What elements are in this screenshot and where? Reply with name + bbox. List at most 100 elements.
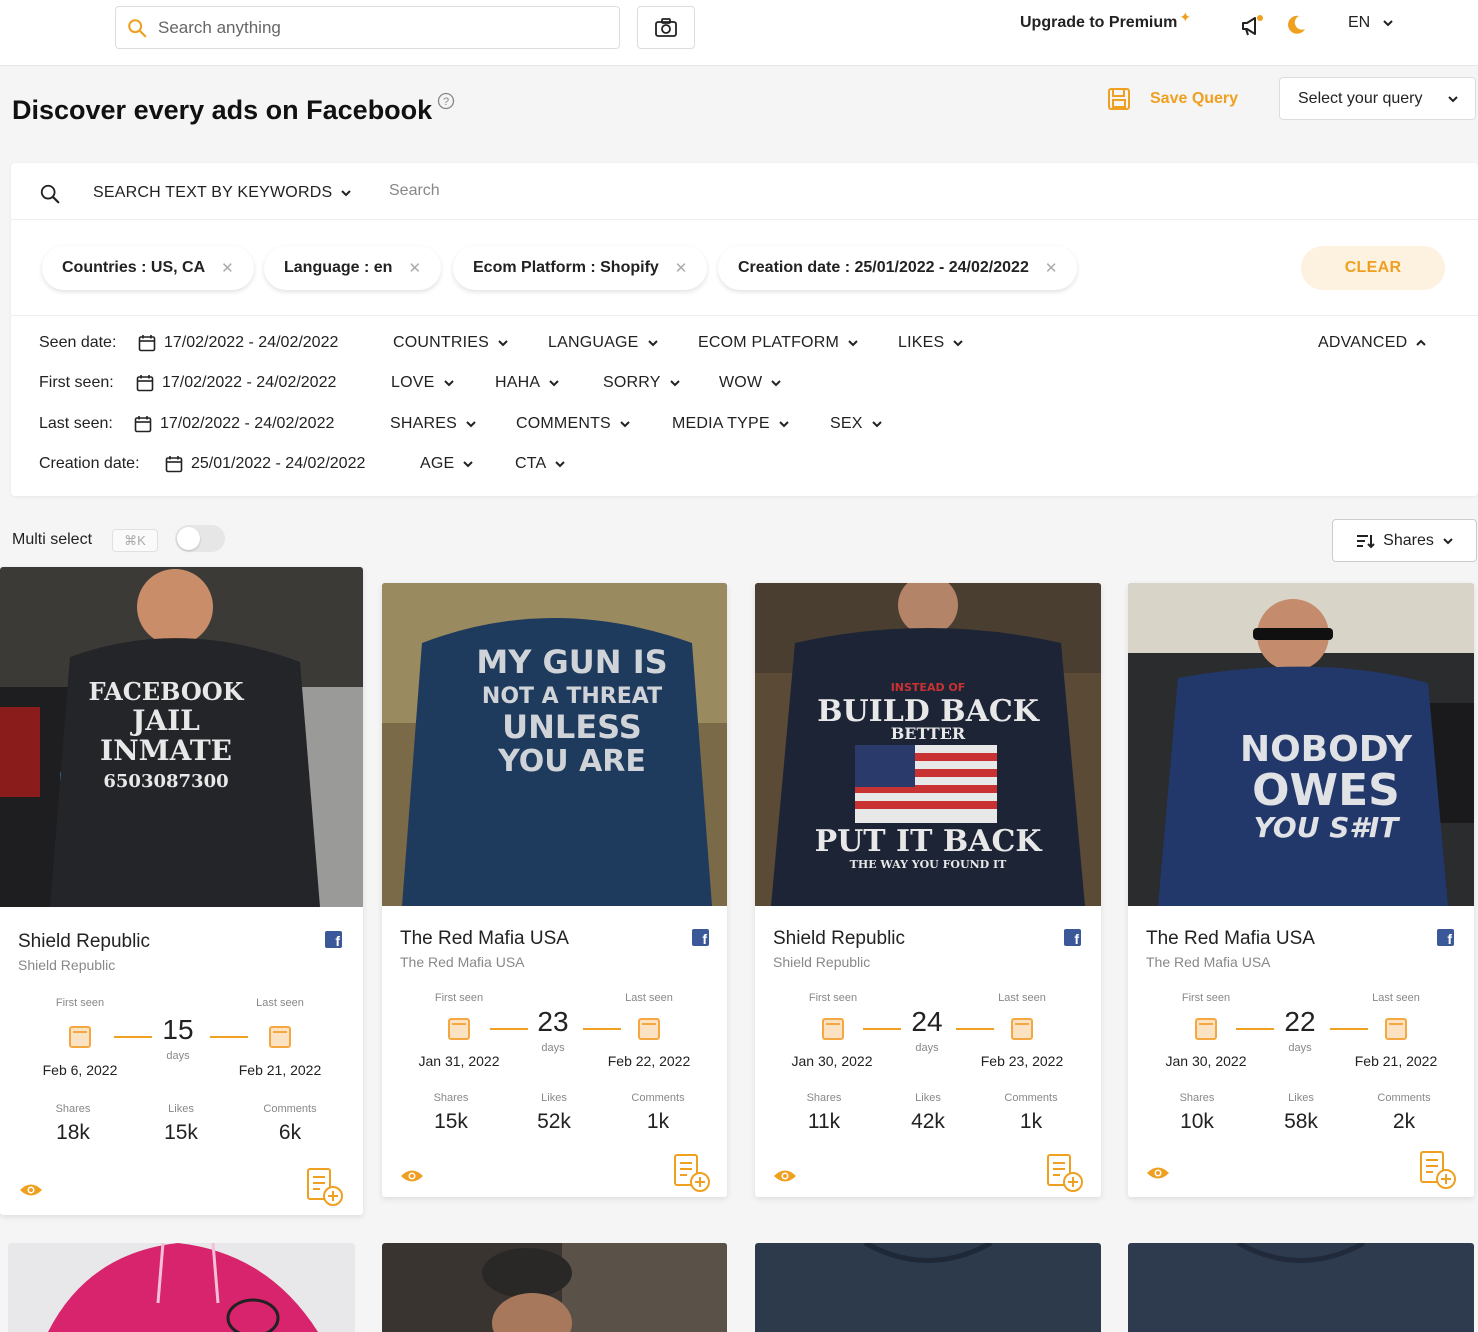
global-search[interactable] xyxy=(115,6,620,49)
chip-creation-date[interactable]: Creation date : 25/01/2022 - 24/02/2022 ✕ xyxy=(718,246,1078,290)
keyword-type-dropdown[interactable]: SEARCH TEXT BY KEYWORDS xyxy=(93,184,352,202)
keyword-search-row: SEARCH TEXT BY KEYWORDS xyxy=(11,163,1478,220)
countries-dropdown[interactable]: COUNTRIES xyxy=(393,334,509,352)
likes-dropdown[interactable]: LIKES xyxy=(898,334,964,352)
shares-value: 11k xyxy=(807,1110,841,1133)
brand-name[interactable]: Shield Republic xyxy=(18,931,150,953)
close-icon[interactable]: ✕ xyxy=(675,259,688,277)
ecom-platform-dropdown[interactable]: ECOM PLATFORM xyxy=(698,334,859,352)
clear-filters-button[interactable]: CLEAR xyxy=(1301,246,1445,290)
last-seen-label: Last seen xyxy=(256,997,304,1009)
ad-card[interactable]: INSTEAD OF BUILD BACK BETTER PUT IT BACK… xyxy=(755,583,1101,1197)
add-to-collection-icon[interactable] xyxy=(1045,1153,1085,1193)
creation-date-picker[interactable]: 25/01/2022 - 24/02/2022 xyxy=(165,455,365,473)
language-selector[interactable]: EN xyxy=(1348,14,1394,32)
cta-dropdown[interactable]: CTA xyxy=(515,455,566,473)
dropdown-label: MEDIA TYPE xyxy=(672,415,770,432)
dark-mode-icon[interactable] xyxy=(1284,13,1308,37)
chevron-down-icon xyxy=(1443,537,1453,544)
facebook-icon: f xyxy=(692,929,709,946)
shares-dropdown[interactable]: SHARES xyxy=(390,415,477,433)
close-icon[interactable]: ✕ xyxy=(1045,259,1058,277)
days-count: 23 xyxy=(537,1006,569,1037)
ad-card[interactable]: MY GUN IS NOT A THREAT UNLESS YOU ARE Th… xyxy=(382,583,727,1197)
love-dropdown[interactable]: LOVE xyxy=(391,374,455,392)
first-seen-label: First seen xyxy=(808,992,858,1004)
eye-icon[interactable] xyxy=(400,1168,424,1184)
chevron-down-icon xyxy=(443,380,454,387)
first-seen-value: 17/02/2022 - 24/02/2022 xyxy=(162,374,337,391)
facebook-icon: f xyxy=(325,931,342,948)
shirt-text-line: THE WAY YOU FOUND IT xyxy=(850,858,1008,871)
ad-card-image-partial[interactable] xyxy=(1128,1243,1474,1332)
shirt-text-line: YOU S#IT xyxy=(1254,811,1401,844)
help-icon[interactable]: ? xyxy=(437,92,455,110)
ad-image[interactable]: NOBODY OWES YOU S#IT xyxy=(1128,583,1474,906)
svg-text:?: ? xyxy=(443,96,449,108)
upgrade-premium-link[interactable]: Upgrade to Premium ✦ xyxy=(1020,9,1191,32)
select-query-dropdown[interactable]: Select your query xyxy=(1279,77,1476,120)
shirt-text-line: UNLESS xyxy=(502,708,642,746)
brand-name[interactable]: Shield Republic xyxy=(773,928,905,950)
brand-name[interactable]: The Red Mafia USA xyxy=(1146,928,1315,950)
dropdown-label: LANGUAGE xyxy=(548,334,639,351)
comments-dropdown[interactable]: COMMENTS xyxy=(516,415,631,433)
sort-dropdown[interactable]: Shares xyxy=(1332,519,1477,562)
dropdown-label: AGE xyxy=(420,455,455,472)
keyboard-shortcut: ⌘K xyxy=(112,529,158,552)
ad-card-image-partial[interactable] xyxy=(8,1243,355,1332)
camera-icon xyxy=(655,17,677,37)
comments-value: 1k xyxy=(1019,1110,1043,1133)
shirt-text-line: INMATE xyxy=(100,734,232,767)
chip-language[interactable]: Language : en ✕ xyxy=(264,246,442,290)
first-seen-picker[interactable]: 17/02/2022 - 24/02/2022 xyxy=(136,374,336,392)
last-seen-picker[interactable]: 17/02/2022 - 24/02/2022 xyxy=(134,415,334,433)
seen-date-picker[interactable]: 17/02/2022 - 24/02/2022 xyxy=(138,334,338,352)
sorry-dropdown[interactable]: SORRY xyxy=(603,374,681,392)
ad-image[interactable]: INSTEAD OF BUILD BACK BETTER PUT IT BACK… xyxy=(755,583,1101,906)
chevron-down-icon xyxy=(771,380,781,387)
ad-card-image-partial[interactable] xyxy=(755,1243,1101,1332)
keyword-search-input[interactable] xyxy=(389,182,989,200)
media-type-dropdown[interactable]: MEDIA TYPE xyxy=(672,415,790,433)
ad-card[interactable]: FACEBOOK JAIL INMATE 6503087300 Shield R… xyxy=(0,567,363,1215)
close-icon[interactable]: ✕ xyxy=(221,259,234,277)
dropdown-label: SEX xyxy=(830,415,863,432)
add-to-collection-icon[interactable] xyxy=(305,1167,345,1207)
eye-icon[interactable] xyxy=(19,1182,43,1198)
age-dropdown[interactable]: AGE xyxy=(420,455,474,473)
image-search-button[interactable] xyxy=(637,6,695,49)
brand-subtitle: Shield Republic xyxy=(773,954,871,970)
ad-card-image-partial[interactable] xyxy=(382,1243,727,1332)
sex-dropdown[interactable]: SEX xyxy=(830,415,883,433)
chip-label: Countries : US, CA xyxy=(62,259,206,276)
brand-name[interactable]: The Red Mafia USA xyxy=(400,928,569,950)
calendar-icon xyxy=(1195,1018,1217,1040)
seen-date-value: 17/02/2022 - 24/02/2022 xyxy=(164,334,339,351)
advanced-label: ADVANCED xyxy=(1318,334,1408,351)
close-icon[interactable]: ✕ xyxy=(408,259,421,277)
multi-select-toggle[interactable] xyxy=(175,525,225,552)
advanced-toggle[interactable]: ADVANCED xyxy=(1318,334,1427,352)
chevron-down-icon xyxy=(1383,20,1393,27)
filter-row-4: Creation date: 25/01/2022 - 24/02/2022 A… xyxy=(11,450,1478,480)
ad-image[interactable]: MY GUN IS NOT A THREAT UNLESS YOU ARE xyxy=(382,583,727,906)
eye-icon[interactable] xyxy=(1146,1165,1170,1181)
calendar-icon xyxy=(1385,1018,1407,1040)
chip-countries[interactable]: Countries : US, CA ✕ xyxy=(42,246,254,290)
haha-dropdown[interactable]: HAHA xyxy=(495,374,560,392)
last-seen-date: Feb 21, 2022 xyxy=(238,1062,322,1078)
megaphone-icon[interactable] xyxy=(1238,12,1266,40)
global-search-input[interactable] xyxy=(158,17,598,38)
ad-card[interactable]: NOBODY OWES YOU S#IT The Red Mafia USA T… xyxy=(1128,583,1474,1197)
save-query-button[interactable]: Save Query xyxy=(1106,86,1238,112)
add-to-collection-icon[interactable] xyxy=(672,1153,712,1193)
eye-icon[interactable] xyxy=(773,1168,797,1184)
add-to-collection-icon[interactable] xyxy=(1418,1150,1458,1190)
ad-image[interactable]: FACEBOOK JAIL INMATE 6503087300 xyxy=(0,567,363,907)
shirt-text-line: NOBODY xyxy=(1240,729,1413,770)
wow-dropdown[interactable]: WOW xyxy=(719,374,782,392)
language-dropdown[interactable]: LANGUAGE xyxy=(548,334,659,352)
calendar-icon xyxy=(136,375,154,392)
chip-ecom-platform[interactable]: Ecom Platform : Shopify ✕ xyxy=(453,246,708,290)
